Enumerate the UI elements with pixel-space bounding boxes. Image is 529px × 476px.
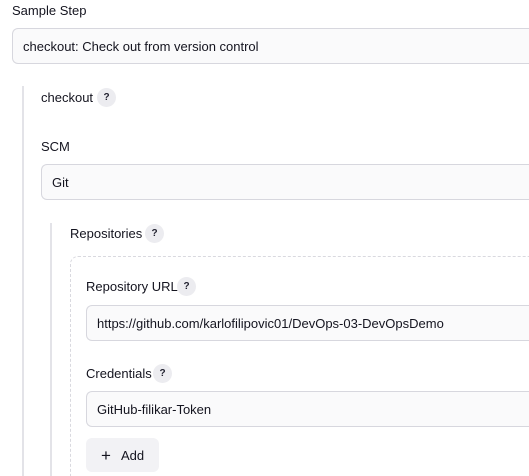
checkout-label: checkout bbox=[41, 90, 94, 105]
add-credentials-button[interactable]: + Add bbox=[86, 438, 160, 472]
credentials-label: Credentials bbox=[86, 366, 152, 381]
credentials-select[interactable]: GitHub-filikar-Token bbox=[86, 391, 529, 427]
repository-url-label: Repository URL bbox=[86, 279, 178, 294]
sample-step-select[interactable]: checkout: Check out from version control bbox=[12, 28, 529, 64]
repository-url-help-icon[interactable]: ? bbox=[177, 277, 196, 296]
scm-label: SCM bbox=[41, 139, 70, 154]
checkout-section-guide bbox=[22, 86, 24, 476]
sample-step-label: Sample Step bbox=[12, 3, 87, 18]
repositories-label: Repositories bbox=[70, 226, 143, 241]
plus-icon: + bbox=[101, 445, 111, 465]
scm-section-guide bbox=[50, 223, 52, 476]
checkout-help-icon[interactable]: ? bbox=[97, 88, 116, 107]
repository-url-input[interactable]: https://github.com/karlofilipovic01/DevO… bbox=[86, 305, 529, 341]
credentials-help-icon[interactable]: ? bbox=[153, 364, 172, 383]
pipeline-snippet-form: Sample Step checkout: Check out from ver… bbox=[0, 0, 529, 476]
repositories-help-icon[interactable]: ? bbox=[145, 224, 164, 243]
scm-select[interactable]: Git bbox=[41, 164, 529, 200]
add-button-label: Add bbox=[120, 447, 145, 463]
